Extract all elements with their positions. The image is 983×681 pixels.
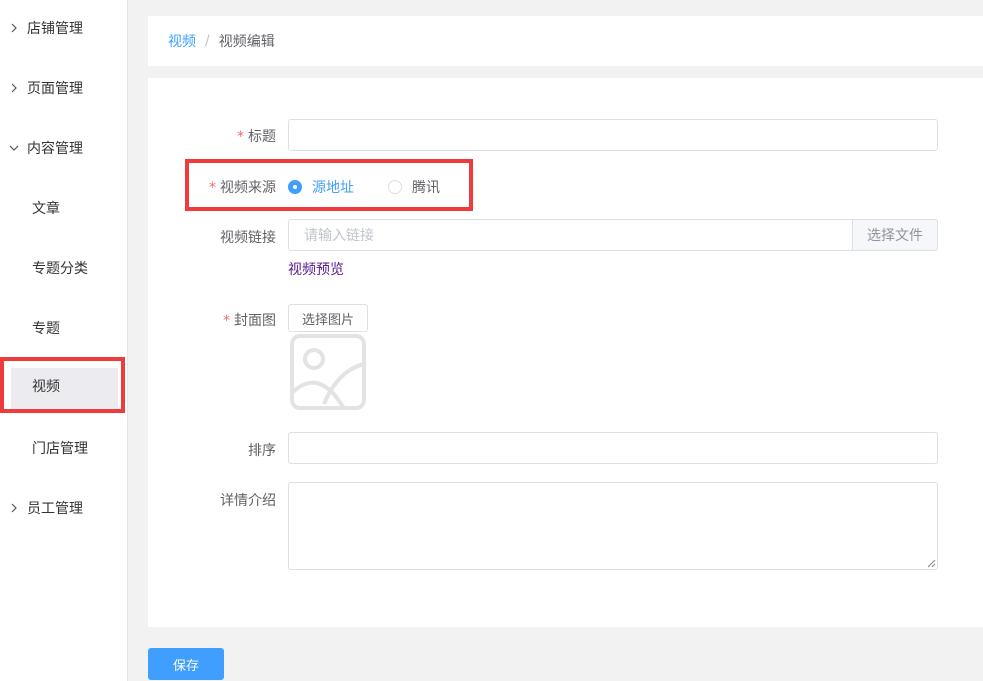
breadcrumb-parent-link[interactable]: 视频: [168, 31, 196, 51]
breadcrumb-separator: /: [205, 33, 210, 49]
choose-file-button[interactable]: 选择文件: [852, 219, 938, 251]
sidebar-item-label: 专题分类: [32, 261, 88, 277]
sidebar: 店铺管理 页面管理 内容管理 文章 专题分类 专题 视频 门店管理 员工管理: [0, 0, 128, 681]
sidebar-item-video[interactable]: 视频: [0, 366, 127, 410]
sidebar-item-topic[interactable]: 专题: [0, 308, 127, 348]
link-placeholder: 请输入链接: [304, 228, 374, 244]
sidebar-item-label: 文章: [32, 201, 60, 217]
image-placeholder-icon: [290, 334, 366, 410]
detail-textarea[interactable]: [288, 482, 938, 570]
sidebar-item-label: 专题: [32, 321, 60, 337]
sidebar-group-pages[interactable]: 页面管理: [0, 68, 127, 108]
sidebar-item-label: 门店管理: [32, 441, 88, 457]
chevron-right-icon: [9, 23, 19, 33]
resize-grip-icon[interactable]: [926, 558, 936, 568]
detail-label: 详情介绍: [220, 493, 276, 509]
link-input[interactable]: 请输入链接: [288, 219, 854, 251]
radio-checked-icon: [288, 180, 302, 194]
sort-input[interactable]: [288, 432, 938, 464]
radio-unchecked-icon: [388, 180, 402, 194]
required-asterisk: *: [223, 313, 230, 329]
title-label: * 标题: [237, 129, 276, 145]
required-asterisk: *: [237, 129, 244, 145]
source-radio-tencent[interactable]: 腾讯: [388, 177, 440, 197]
source-radio-origin[interactable]: 源地址: [288, 177, 354, 197]
choose-image-button[interactable]: 选择图片: [288, 304, 368, 332]
sidebar-group-label: 店铺管理: [27, 21, 83, 37]
sidebar-group-label: 页面管理: [27, 81, 83, 97]
required-asterisk: *: [209, 180, 216, 196]
chevron-down-icon: [9, 143, 19, 153]
breadcrumb: 视频 / 视频编辑: [148, 16, 983, 66]
chevron-right-icon: [9, 503, 19, 513]
sidebar-item-label: 视频: [32, 379, 60, 395]
sidebar-group-staff[interactable]: 员工管理: [0, 488, 127, 528]
save-button[interactable]: 保存: [148, 648, 224, 680]
sidebar-item-store[interactable]: 门店管理: [0, 428, 127, 468]
sidebar-group-label: 员工管理: [27, 501, 83, 517]
sort-label: 排序: [248, 443, 276, 459]
sidebar-group-shop[interactable]: 店铺管理: [0, 8, 127, 48]
link-label: 视频链接: [220, 230, 276, 246]
active-highlight: [11, 368, 118, 410]
sidebar-item-article[interactable]: 文章: [0, 188, 127, 228]
sidebar-group-content[interactable]: 内容管理: [0, 128, 127, 168]
title-input[interactable]: [288, 119, 938, 151]
source-label: * 视频来源: [209, 180, 276, 196]
sidebar-item-topic-category[interactable]: 专题分类: [0, 248, 127, 288]
chevron-right-icon: [9, 83, 19, 93]
cover-label: * 封面图: [223, 313, 276, 329]
video-preview-link[interactable]: 视频预览: [288, 259, 344, 279]
sidebar-group-label: 内容管理: [27, 141, 83, 157]
breadcrumb-current: 视频编辑: [218, 34, 275, 50]
